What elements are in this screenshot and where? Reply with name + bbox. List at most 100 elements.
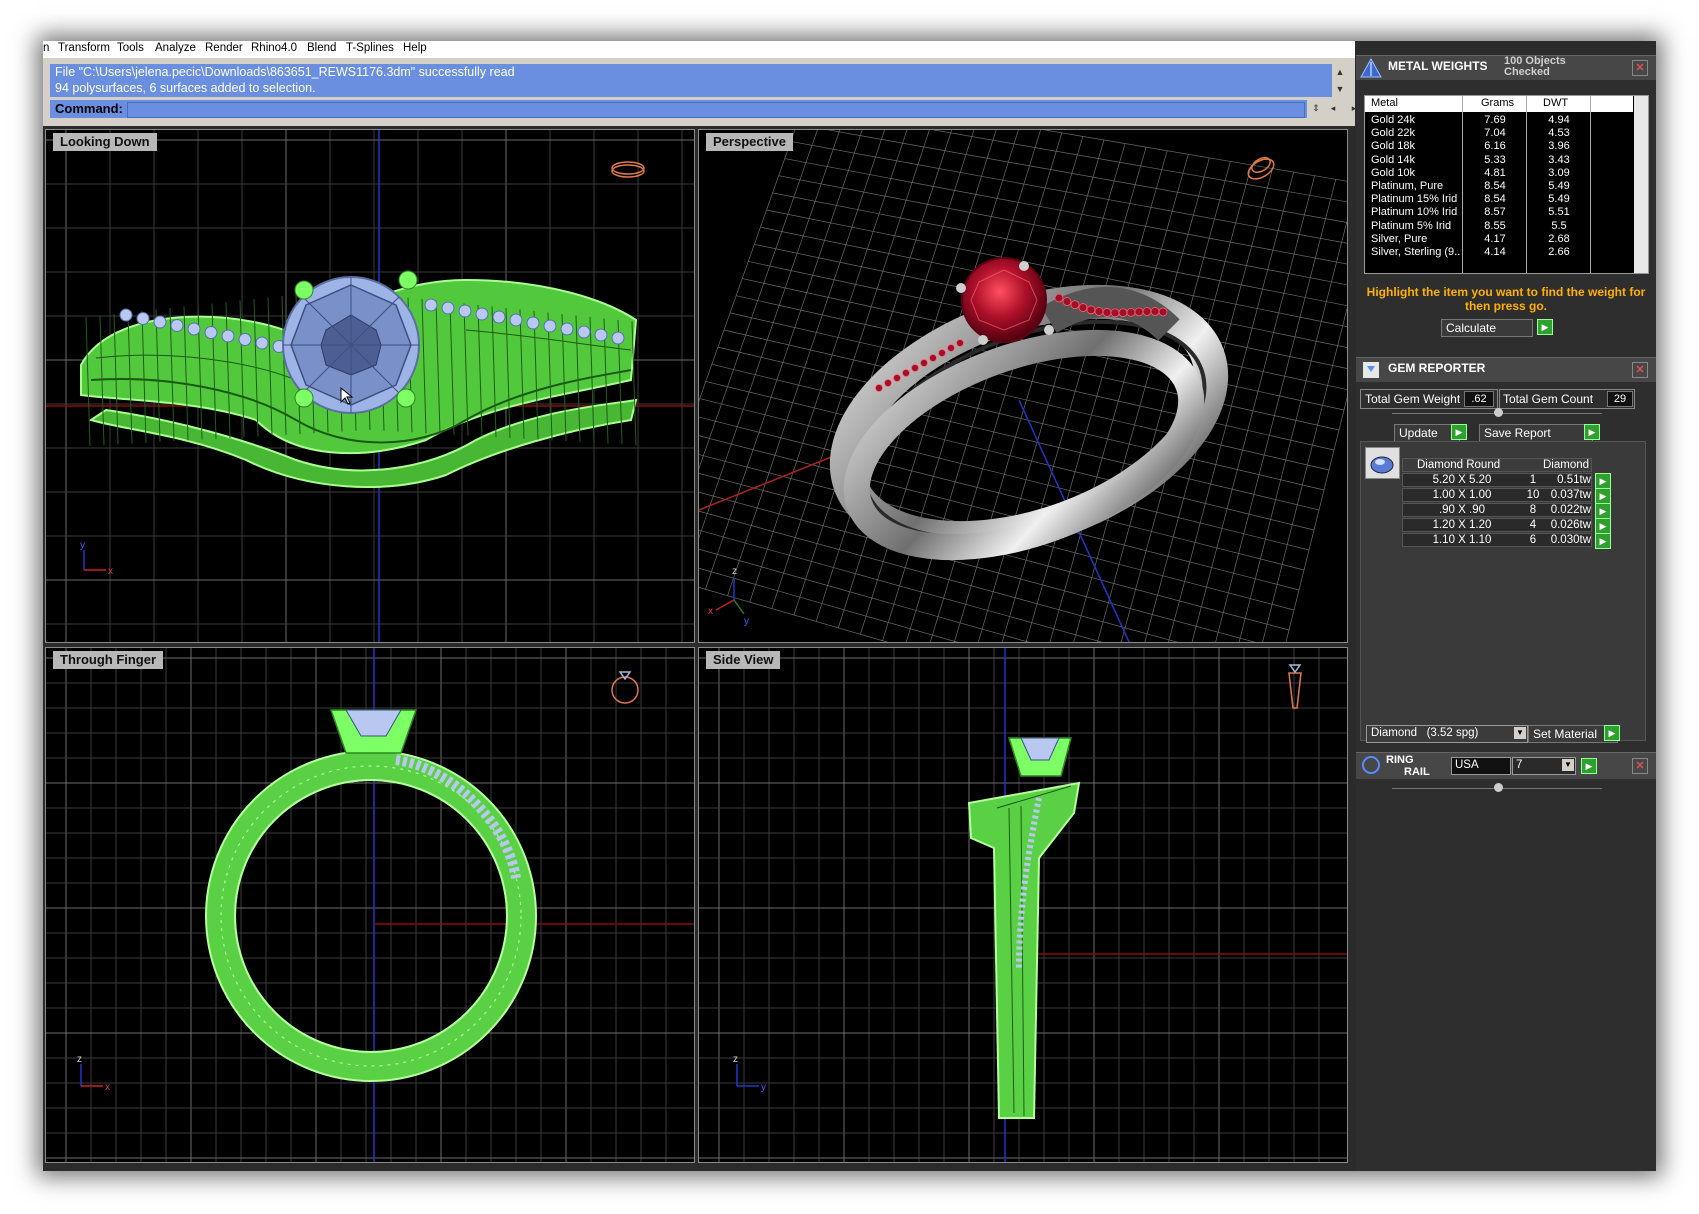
gem-row-go-icon[interactable]: ▶: [1595, 533, 1611, 549]
save-report-go-icon[interactable]: ▶: [1584, 424, 1600, 440]
calculate-go-button[interactable]: ▶: [1537, 319, 1553, 335]
dwt-value: 5.5: [1551, 219, 1567, 232]
column-header-shape: Diamond Round: [1417, 459, 1501, 471]
axis-x-label: x: [108, 566, 113, 577]
gem-reporter-header: GEM REPORTER ✕: [1356, 357, 1656, 382]
table-row[interactable]: Gold 10k 4.81 3.09: [1365, 166, 1633, 180]
size-standard-field[interactable]: USA: [1451, 757, 1511, 775]
history-scroll-up-icon[interactable]: ▲: [1333, 65, 1347, 79]
axis-y-label: y: [744, 616, 749, 627]
metal-name: Gold 10k: [1371, 166, 1416, 179]
metal-name: Platinum 5% Irid: [1371, 219, 1452, 232]
grams-value: 8.54: [1484, 193, 1506, 206]
viewport-title[interactable]: Looking Down: [53, 133, 157, 151]
set-material-go-icon[interactable]: ▶: [1604, 725, 1620, 741]
dwt-value: 3.96: [1548, 140, 1570, 153]
command-history-line: File "C:\Users\jelena.pecic\Downloads\86…: [55, 65, 515, 79]
table-row[interactable]: Platinum, Pure 8.54 5.49: [1365, 179, 1633, 193]
gem-row-go-icon[interactable]: ▶: [1595, 488, 1611, 504]
command-spin-icon[interactable]: ⇕: [1309, 101, 1323, 115]
arrow-left-icon[interactable]: ◂: [1326, 101, 1340, 115]
close-icon[interactable]: ✕: [1632, 60, 1648, 76]
update-label: Update: [1399, 426, 1438, 440]
viewport-side-view[interactable]: Side View z y: [698, 647, 1348, 1163]
gem-row[interactable]: 5.20 X 5.20 1 0.51tw ▶: [1402, 473, 1611, 489]
calculate-select[interactable]: Calculate: [1441, 319, 1533, 337]
size-standard-value: USA: [1455, 759, 1479, 771]
table-row[interactable]: Gold 14k 5.33 3.43: [1365, 153, 1633, 167]
ring-rail-go-icon[interactable]: ▶: [1581, 758, 1597, 774]
gem-row-go-icon[interactable]: ▶: [1595, 518, 1611, 534]
column-header-metal[interactable]: Metal: [1371, 97, 1398, 109]
dwt-value: 3.09: [1548, 166, 1570, 179]
gem-row[interactable]: 1.20 X 1.20 4 0.026tw ▶: [1402, 518, 1611, 534]
material-select[interactable]: Diamond (3.52 spg) ▼: [1366, 725, 1528, 743]
viewport-perspective[interactable]: Perspective z x y: [698, 129, 1348, 643]
menu-bar: n Transform Tools Analyze Render Rhino4.…: [43, 41, 1355, 59]
menu-item-rhino40[interactable]: Rhino4.0: [251, 42, 297, 54]
gem-count: 1: [1529, 474, 1537, 486]
set-material-label: Set Material: [1533, 727, 1598, 741]
metal-weights-header: METAL WEIGHTS 100 Objects Checked ✕: [1356, 55, 1656, 80]
table-row[interactable]: Gold 24k 7.69 4.94: [1365, 113, 1633, 127]
viewport-title[interactable]: Through Finger: [53, 651, 164, 669]
table-row[interactable]: Platinum 15% Irid 8.54 5.49: [1365, 192, 1633, 206]
metal-name: Gold 18k: [1371, 140, 1416, 153]
gem-row-go-icon[interactable]: ▶: [1595, 503, 1611, 519]
total-gem-weight-value: .62: [1464, 391, 1494, 407]
chevron-down-icon[interactable]: ▼: [1514, 727, 1526, 739]
axis-y-label: y: [80, 540, 85, 551]
grams-value: 7.04: [1484, 127, 1506, 140]
history-scroll-down-icon[interactable]: ▼: [1333, 82, 1347, 96]
ring-rail-title-1: RING: [1386, 754, 1414, 766]
update-go-icon[interactable]: ▶: [1451, 424, 1467, 440]
table-row[interactable]: Gold 22k 7.04 4.53: [1365, 126, 1633, 140]
diamond-round-icon[interactable]: [1365, 447, 1400, 479]
plugin-panel: METAL WEIGHTS 100 Objects Checked ✕ Meta…: [1356, 55, 1656, 1171]
ring-size-select[interactable]: 7 ▼: [1512, 757, 1576, 775]
slider-handle[interactable]: [1494, 408, 1503, 417]
menu-item-render[interactable]: Render: [205, 42, 243, 54]
grams-value: 5.33: [1484, 153, 1506, 166]
gem-count: 10: [1526, 489, 1540, 501]
menu-item-transform[interactable]: Transform: [58, 42, 110, 54]
grams-value: 8.55: [1484, 219, 1506, 232]
viewport-title[interactable]: Perspective: [706, 133, 793, 151]
table-row[interactable]: Silver, Pure 4.17 2.68: [1365, 232, 1633, 246]
table-row[interactable]: Gold 18k 6.16 3.96: [1365, 139, 1633, 153]
gem-weight: 0.022tw: [1550, 504, 1591, 516]
menu-item-tools[interactable]: Tools: [117, 42, 144, 54]
gem-row[interactable]: 1.00 X 1.00 10 0.037tw ▶: [1402, 488, 1611, 504]
chevron-down-icon[interactable]: ▼: [1562, 759, 1574, 771]
gem-row-go-icon[interactable]: ▶: [1595, 473, 1611, 489]
close-icon[interactable]: ✕: [1632, 758, 1648, 774]
gem-table-header: Diamond Round Diamond: [1402, 458, 1592, 472]
save-report-button[interactable]: Save Report: [1479, 424, 1593, 442]
table-row[interactable]: Silver, Sterling (9... 4.14 2.66: [1365, 245, 1633, 259]
menu-item-file-fragment[interactable]: n: [43, 42, 49, 54]
viewport-looking-down[interactable]: Looking Down y x: [45, 129, 695, 643]
column-header-grams[interactable]: Grams: [1481, 97, 1514, 109]
gem-row[interactable]: .90 X .90 8 0.022tw ▶: [1402, 503, 1611, 519]
table-scrollbar[interactable]: [1634, 96, 1648, 273]
command-input[interactable]: [127, 102, 1305, 118]
column-header-dwt[interactable]: DWT: [1543, 97, 1568, 109]
grams-value: 8.54: [1484, 180, 1506, 192]
total-gem-weight-label: Total Gem Weight: [1365, 392, 1461, 406]
menu-item-tsplines[interactable]: T-Splines: [346, 42, 394, 54]
viewport-through-finger[interactable]: Through Finger z x: [45, 647, 695, 1163]
menu-item-blend[interactable]: Blend: [307, 42, 336, 54]
menu-item-analyze[interactable]: Analyze: [155, 42, 196, 54]
ring-rail-slider-handle[interactable]: [1494, 783, 1503, 792]
axis-z-label: z: [77, 1054, 82, 1065]
metal-name: Platinum, Pure: [1371, 180, 1444, 192]
table-row[interactable]: Platinum 10% Irid 8.57 5.51: [1365, 205, 1633, 219]
viewport-title[interactable]: Side View: [706, 651, 781, 669]
menu-item-help[interactable]: Help: [403, 42, 427, 54]
perspective-canvas: z x y: [699, 130, 1347, 642]
close-icon[interactable]: ✕: [1632, 362, 1648, 378]
gem-row[interactable]: 1.10 X 1.10 6 0.030tw ▶: [1402, 533, 1611, 549]
table-row[interactable]: Platinum 5% Irid 8.55 5.5: [1365, 219, 1633, 233]
axis-triad-icon: z x y: [708, 566, 749, 627]
dwt-value: 2.68: [1548, 232, 1570, 245]
